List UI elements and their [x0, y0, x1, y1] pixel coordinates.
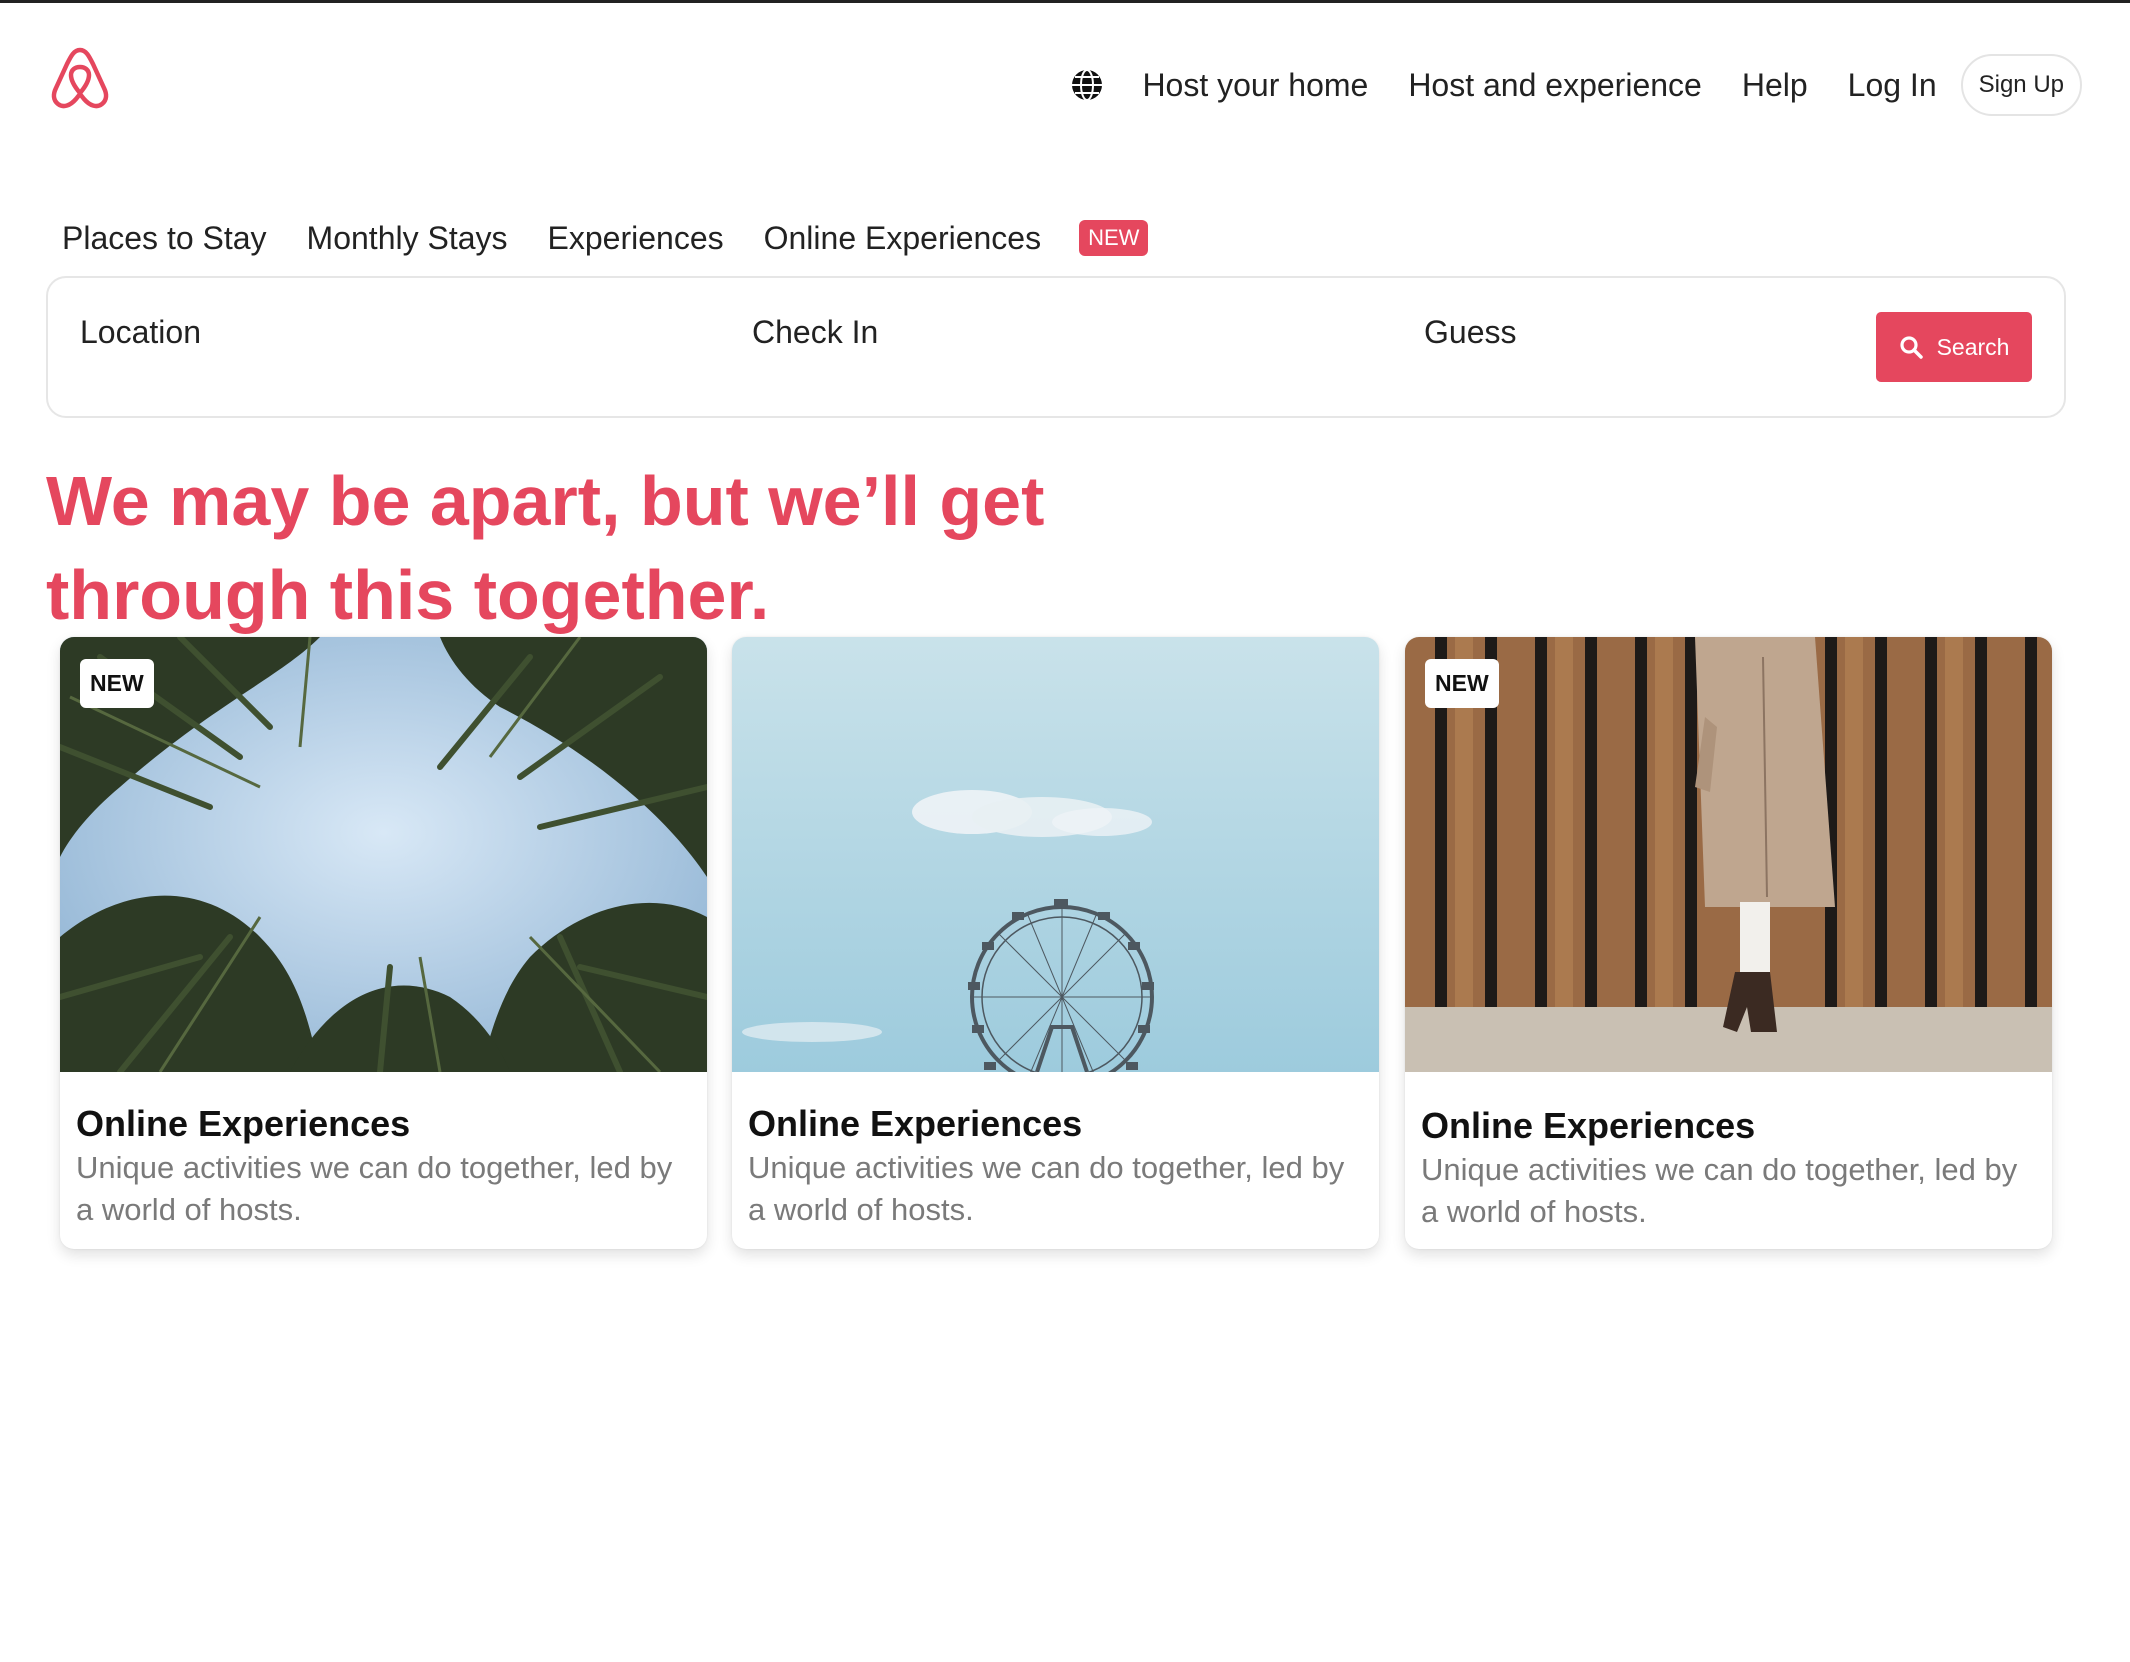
airbnb-logo-icon[interactable]	[50, 46, 110, 110]
experience-card[interactable]: NEW Online Experiences Unique activities…	[1405, 637, 2052, 1249]
nav-host-an-experience[interactable]: Host and experience	[1408, 67, 1702, 104]
hero-heading: We may be apart, but we’ll get through t…	[46, 454, 1146, 642]
card-description: Unique activities we can do together, le…	[1421, 1152, 2018, 1229]
tab-places-to-stay[interactable]: Places to Stay	[62, 220, 267, 257]
search-icon	[1899, 336, 1923, 359]
tab-online-experiences[interactable]: Online Experiences	[764, 220, 1041, 257]
experience-card[interactable]: Online Experiences Unique activities we …	[732, 637, 1379, 1249]
nav-host-your-home[interactable]: Host your home	[1142, 67, 1368, 104]
card-title: Online Experiences	[748, 1103, 1083, 1144]
location-field[interactable]: Location	[80, 314, 201, 351]
palm-trees-photo: NEW	[60, 637, 707, 1072]
hero-line-2: through this together.	[46, 556, 770, 634]
new-badge: NEW	[1425, 659, 1499, 708]
top-border	[0, 0, 2130, 3]
search-panel: Location Check In Guess Search	[46, 276, 2066, 418]
search-button[interactable]: Search	[1876, 312, 2032, 382]
guests-field[interactable]: Guess	[1424, 314, 1516, 351]
experience-card[interactable]: NEW Online Experiences Unique activities…	[60, 637, 707, 1249]
top-nav: Host your home Host and experience Help …	[1070, 54, 2082, 116]
tab-monthly-stays[interactable]: Monthly Stays	[307, 220, 508, 257]
card-description: Unique activities we can do together, le…	[76, 1150, 673, 1227]
hero-line-1: We may be apart, but we’ll get	[46, 462, 1045, 540]
nav-log-in[interactable]: Log In	[1848, 67, 1937, 104]
category-tabs: Places to Stay Monthly Stays Experiences…	[62, 214, 1149, 262]
tab-experiences[interactable]: Experiences	[548, 220, 724, 257]
sign-up-button[interactable]: Sign Up	[1960, 54, 2082, 116]
ferris-wheel-photo	[732, 637, 1379, 1072]
person-coat-photo: NEW	[1405, 637, 2052, 1072]
check-in-field[interactable]: Check In	[752, 314, 878, 351]
card-description: Unique activities we can do together, le…	[748, 1150, 1345, 1227]
card-title: Online Experiences	[1421, 1105, 1756, 1146]
card-title: Online Experiences	[76, 1103, 411, 1144]
search-button-label: Search	[1936, 333, 2010, 360]
globe-icon[interactable]	[1070, 68, 1104, 102]
new-badge: NEW	[80, 659, 154, 708]
new-badge: NEW	[1079, 220, 1149, 256]
nav-help[interactable]: Help	[1742, 67, 1808, 104]
